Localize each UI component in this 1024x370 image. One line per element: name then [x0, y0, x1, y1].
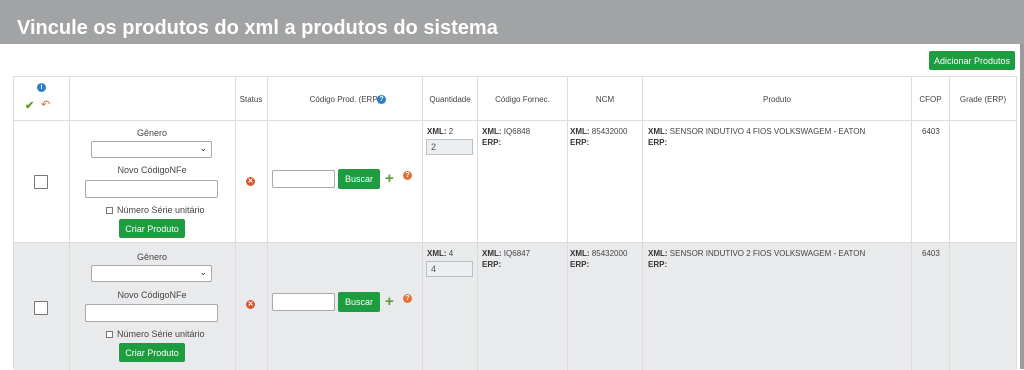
column-divider [911, 77, 912, 370]
header-codigo-prod-erp-label: Código Prod. (ERP) [309, 95, 381, 104]
xml-label: XML: [648, 127, 668, 136]
codigo-fornec-xml: XML: IQ6848 [482, 127, 530, 136]
novo-codigo-label: Novo CódigoNFe [117, 290, 187, 300]
codigo-fornec-erp: ERP: [482, 260, 501, 269]
codigo-erp-input[interactable] [272, 293, 335, 311]
xml-label: XML: [482, 127, 502, 136]
check-all-icon[interactable]: ✔ [25, 99, 34, 112]
column-divider [69, 77, 70, 370]
numero-serie-label: Número Série unitário [117, 329, 205, 339]
criar-produto-button[interactable]: Criar Produto [119, 343, 185, 362]
table-header: i ✔ ↶ Status Código Prod. (ERP) ? Quanti… [14, 77, 1016, 121]
column-divider [235, 77, 236, 370]
qty-xml-text: XML: 4 [427, 249, 453, 258]
produto-xml: XML: SENSOR INDUTIVO 2 FIOS VOLKSWAGEM -… [648, 249, 865, 258]
table-row: Gênero ⌄ Novo CódigoNFe Número Série uni… [14, 243, 1016, 370]
quantity-input: 4 [426, 261, 473, 277]
header-cfop: CFOP [919, 95, 942, 104]
scrollbar[interactable] [1020, 44, 1024, 369]
row-select-checkbox[interactable] [34, 301, 48, 315]
header-produto: Produto [762, 95, 792, 104]
genero-select[interactable]: ⌄ [91, 265, 212, 282]
erp-label: ERP: [648, 138, 668, 147]
column-divider [477, 77, 478, 370]
genero-label: Gênero [136, 252, 168, 262]
header-status: Status [239, 95, 263, 104]
codigo-fornec-value: IQ6848 [503, 127, 531, 136]
buscar-button[interactable]: Buscar [338, 169, 380, 189]
modal-header: Vincule os produtos do xml a produtos do… [0, 0, 1024, 44]
numero-serie-checkbox[interactable] [106, 207, 113, 214]
header-grade-erp: Grade (ERP) [959, 95, 1007, 104]
erp-label: ERP: [482, 138, 502, 147]
undo-icon[interactable]: ↶ [41, 98, 50, 111]
erp-label: ERP: [648, 260, 668, 269]
ncm-erp: ERP: [570, 260, 589, 269]
cfop-value: 6403 [922, 249, 940, 258]
numero-serie-checkbox[interactable] [106, 331, 113, 338]
erp-label: ERP: [570, 260, 590, 269]
novo-codigo-input[interactable] [85, 180, 218, 198]
column-divider [567, 77, 568, 370]
column-divider [949, 77, 950, 370]
erp-label: ERP: [570, 138, 590, 147]
header-ncm: NCM [595, 95, 615, 104]
qty-xml-value: 4 [448, 249, 454, 258]
erp-label: ERP: [482, 260, 502, 269]
codigo-erp-input[interactable] [272, 170, 335, 188]
qty-xml-text: XML: 2 [427, 127, 453, 136]
codigo-fornec-erp: ERP: [482, 138, 501, 147]
header-codigo-fornec: Código Fornec. [495, 95, 550, 104]
genero-select[interactable]: ⌄ [91, 141, 212, 158]
xml-label: XML: [570, 249, 590, 258]
qty-xml-value: 2 [448, 127, 454, 136]
plus-icon[interactable]: + [385, 171, 394, 186]
add-products-button[interactable]: Adicionar Produtos [929, 51, 1015, 70]
table-row: Gênero ⌄ Novo CódigoNFe Número Série uni… [14, 121, 1016, 243]
header-codigo-prod-erp: Código Prod. (ERP) [268, 95, 422, 104]
novo-codigo-input[interactable] [85, 304, 218, 322]
buscar-button[interactable]: Buscar [338, 292, 380, 312]
cfop-value: 6403 [922, 127, 940, 136]
question-icon[interactable]: ? [403, 171, 412, 180]
xml-label: XML: [427, 249, 447, 258]
info-icon[interactable]: i [37, 83, 46, 92]
products-table: i ✔ ↶ Status Código Prod. (ERP) ? Quanti… [13, 76, 1017, 370]
codigo-fornec-xml: XML: IQ6847 [482, 249, 530, 258]
column-divider [422, 77, 423, 370]
ncm-xml: XML: 85432000 [570, 127, 627, 136]
codigo-fornec-value: IQ6847 [503, 249, 531, 258]
ncm-value: 85432000 [591, 127, 628, 136]
help-icon[interactable]: ? [377, 95, 386, 104]
quantity-input: 2 [426, 139, 473, 155]
xml-label: XML: [427, 127, 447, 136]
question-icon[interactable]: ? [403, 294, 412, 303]
produto-erp: ERP: [648, 260, 667, 269]
criar-produto-button[interactable]: Criar Produto [119, 219, 185, 238]
genero-label: Gênero [136, 128, 168, 138]
numero-serie-label: Número Série unitário [117, 205, 205, 215]
xml-label: XML: [648, 249, 668, 258]
modal-title: Vincule os produtos do xml a produtos do… [17, 17, 498, 39]
plus-icon[interactable]: + [385, 294, 394, 309]
ncm-value: 85432000 [591, 249, 628, 258]
produto-value: SENSOR INDUTIVO 4 FIOS VOLKSWAGEM - EATO… [669, 127, 866, 136]
xml-label: XML: [482, 249, 502, 258]
produto-erp: ERP: [648, 138, 667, 147]
chevron-down-icon: ⌄ [199, 267, 207, 277]
header-quantidade: Quantidade [429, 95, 471, 104]
status-error-icon: ✕ [246, 300, 255, 309]
row-select-checkbox[interactable] [34, 175, 48, 189]
produto-value: SENSOR INDUTIVO 2 FIOS VOLKSWAGEM - EATO… [669, 249, 866, 258]
novo-codigo-label: Novo CódigoNFe [117, 165, 187, 175]
xml-label: XML: [570, 127, 590, 136]
column-divider [642, 77, 643, 370]
status-error-icon: ✕ [246, 177, 255, 186]
ncm-xml: XML: 85432000 [570, 249, 627, 258]
chevron-down-icon: ⌄ [199, 143, 207, 153]
produto-xml: XML: SENSOR INDUTIVO 4 FIOS VOLKSWAGEM -… [648, 127, 865, 136]
column-divider [267, 77, 268, 370]
ncm-erp: ERP: [570, 138, 589, 147]
